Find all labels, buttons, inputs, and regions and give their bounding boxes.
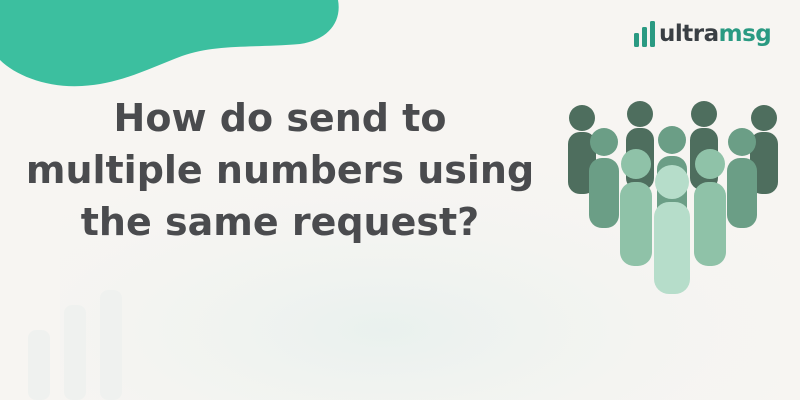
logo-text-ultra: ultra: [659, 21, 719, 47]
headline-line-2: multiple numbers using: [25, 148, 535, 192]
logo-text: ultramsg: [659, 19, 772, 49]
crowd-of-people-icon: [568, 101, 778, 294]
person-front: [654, 165, 690, 294]
ultramsg-logo: ultramsg: [634, 19, 772, 49]
signal-bars-icon: [634, 21, 655, 47]
logo-text-msg: msg: [718, 21, 772, 47]
headline-line-1: How do send to: [113, 96, 447, 140]
headline-line-3: the same request?: [80, 200, 480, 244]
headline: How do send to multiple numbers using th…: [0, 92, 560, 248]
